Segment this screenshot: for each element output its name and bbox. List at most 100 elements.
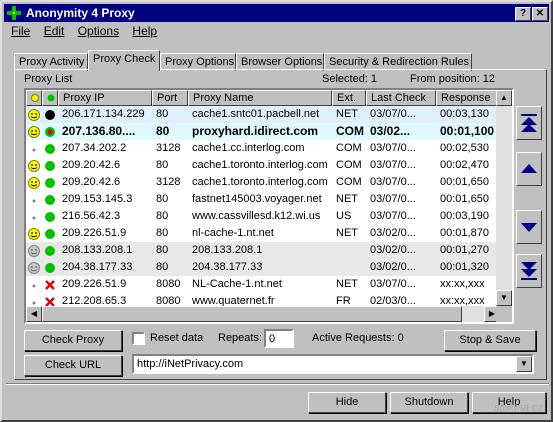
- cell-response: 00:01,320: [440, 261, 489, 273]
- cell-response: 00:01,650: [440, 176, 489, 188]
- cell-proxy-ip: 209.226.51.9: [62, 227, 127, 239]
- cell-response: 00:01,870: [440, 227, 489, 239]
- cell-proxy-ip: 207.34.202.2: [62, 142, 127, 154]
- cell-response: 00:01,100: [440, 124, 495, 138]
- table-row[interactable]: 209.226.51.9 8080 NL-Cache-1.nt.net NET 03/0…: [26, 276, 500, 293]
- proxy-list[interactable]: Proxy IP Port Proxy Name Ext. Last Check…: [24, 88, 514, 324]
- cell-proxy-ip: 209.20.42.6: [62, 176, 121, 188]
- table-row[interactable]: 209.20.42.6 3128 cache1.toronto.interlog.c…: [26, 174, 500, 191]
- tab-proxy-check[interactable]: Proxy Check: [88, 50, 160, 71]
- title-bar: Anonymity 4 Proxy ? ✕: [4, 4, 549, 22]
- green-dot-icon: [44, 208, 58, 225]
- cell-proxy-ip: 209.20.42.6: [62, 159, 121, 171]
- hide-button[interactable]: Hide: [308, 392, 386, 413]
- move-up-button[interactable]: [516, 152, 542, 186]
- cell-last-check: 03/07/0...: [370, 176, 416, 188]
- help-question-button[interactable]: ?: [515, 7, 531, 21]
- green-dot-icon: [44, 259, 58, 276]
- green-dot-icon: [44, 191, 58, 208]
- cell-last-check: 03/07/0...: [370, 193, 416, 205]
- smiley-icon: [28, 225, 42, 242]
- dropdown-arrow-icon[interactable]: ▼: [516, 356, 532, 372]
- move-up-icon: [521, 164, 537, 173]
- cell-proxy-name: proxyhard.idirect.com: [192, 124, 319, 138]
- repeats-label: Repeats:: [218, 332, 263, 344]
- cell-response: 00:01,270: [440, 244, 489, 256]
- scroll-left-arrow-icon[interactable]: ◀: [26, 306, 42, 322]
- cell-proxy-ip: 206.171.134.229: [62, 108, 145, 120]
- cell-proxy-name: cache1.toronto.interlog.com: [192, 176, 328, 188]
- smiley-icon: [28, 174, 42, 191]
- table-row[interactable]: 204.38.177.33 80 204.38.177.33 03/02/0... 00…: [26, 259, 500, 276]
- scroll-thumb[interactable]: [42, 306, 462, 322]
- green-red-dot-icon: [44, 123, 58, 140]
- table-row[interactable]: 209.153.145.3 80 fastnet145003.voyager.net…: [26, 191, 500, 208]
- header-ext[interactable]: Ext.: [332, 90, 366, 106]
- menu-options[interactable]: Options: [78, 24, 119, 38]
- url-value: http://iNetPrivacy.com: [137, 358, 244, 370]
- table-row[interactable]: 208.133.208.1 80 208.133.208.1 03/02/0... 00…: [26, 242, 500, 259]
- table-row[interactable]: 206.171.134.229 80 cache1.sntc01.pacbell.n…: [26, 106, 500, 123]
- app-logo-icon: [7, 6, 21, 20]
- header-proxy-ip[interactable]: Proxy IP: [58, 90, 152, 106]
- grey-smiley-icon: [28, 259, 42, 276]
- table-row[interactable]: 216.56.42.3 80 www.cassvillesd.k12.wi.us US…: [26, 208, 500, 225]
- vertical-scrollbar[interactable]: ▲ ▼: [496, 90, 512, 306]
- green-dot-header-icon: [47, 94, 55, 102]
- reset-data-checkbox[interactable]: [132, 332, 145, 345]
- cell-proxy-name: NL-Cache-1.nt.net: [192, 278, 282, 290]
- table-row[interactable]: 209.20.42.6 80 cache1.toronto.interlog.com…: [26, 157, 500, 174]
- cell-ext: NET: [336, 227, 358, 239]
- green-dot-icon: [44, 225, 58, 242]
- cell-ext: COM: [336, 124, 364, 138]
- app-window: Anonymity 4 Proxy ? ✕ File Edit Options …: [0, 0, 553, 422]
- move-down-icon: [521, 223, 537, 232]
- move-to-top-button[interactable]: [516, 106, 542, 140]
- menu-help[interactable]: Help: [132, 24, 157, 38]
- header-status-icon[interactable]: [26, 90, 42, 106]
- cell-last-check: 03/07/0...: [370, 159, 416, 171]
- green-dot-icon: [44, 157, 58, 174]
- close-button[interactable]: ✕: [532, 7, 548, 21]
- cell-port: 80: [156, 261, 169, 273]
- header-port[interactable]: Port: [152, 90, 188, 106]
- menu-file[interactable]: File: [11, 24, 30, 38]
- cell-port: 80: [156, 108, 169, 120]
- scroll-up-arrow-icon[interactable]: ▲: [496, 90, 512, 106]
- header-response[interactable]: Response: [436, 90, 500, 106]
- smile-header-icon: [31, 94, 39, 102]
- shutdown-button[interactable]: Shutdown: [390, 392, 468, 413]
- cell-proxy-name: 208.133.208.1: [192, 244, 263, 256]
- cell-last-check: 03/02/0...: [370, 261, 416, 273]
- horizontal-scrollbar[interactable]: ◀ ▶: [26, 306, 500, 322]
- header-proxy-name[interactable]: Proxy Name: [188, 90, 332, 106]
- check-proxy-button[interactable]: Check Proxy: [24, 330, 122, 351]
- table-row[interactable]: 207.136.80.... 80 proxyhard.idirect.com COM…: [26, 123, 500, 140]
- header-last-check[interactable]: Last Check: [366, 90, 436, 106]
- small-dot-icon: [28, 208, 42, 225]
- cell-proxy-name: 204.38.177.33: [192, 261, 263, 273]
- grey-smiley-icon: [28, 242, 42, 259]
- cell-ext: [332, 259, 366, 276]
- cell-ext: COM: [336, 142, 362, 154]
- cell-proxy-ip: 209.153.145.3: [62, 193, 133, 205]
- cell-proxy-name: cache1.sntc01.pacbell.net: [192, 108, 320, 120]
- small-dot-icon: [28, 191, 42, 208]
- repeats-input[interactable]: 0: [264, 329, 294, 348]
- cell-last-check: 03/02/0...: [370, 244, 416, 256]
- menu-edit[interactable]: Edit: [44, 24, 65, 38]
- table-row[interactable]: 207.34.202.2 3128 cache1.cc.interlog.com CO…: [26, 140, 500, 157]
- move-down-button[interactable]: [516, 210, 542, 244]
- cell-ext: NET: [336, 108, 358, 120]
- check-url-button[interactable]: Check URL: [24, 355, 122, 376]
- cell-last-check: 03/07/0...: [370, 108, 416, 120]
- header-dot-icon[interactable]: [42, 90, 58, 106]
- cell-port: 80: [156, 159, 169, 171]
- move-to-bottom-button[interactable]: [516, 254, 542, 288]
- table-row[interactable]: 209.226.51.9 80 nl-cache-1.nt.net NET 03/02/…: [26, 225, 500, 242]
- cell-proxy-name: nl-cache-1.nt.net: [192, 227, 274, 239]
- url-combobox[interactable]: http://iNetPrivacy.com ▼: [132, 354, 534, 374]
- scroll-down-arrow-icon[interactable]: ▼: [496, 290, 512, 306]
- stop-save-button[interactable]: Stop & Save: [444, 330, 536, 351]
- proxy-list-label: Proxy List: [24, 73, 73, 85]
